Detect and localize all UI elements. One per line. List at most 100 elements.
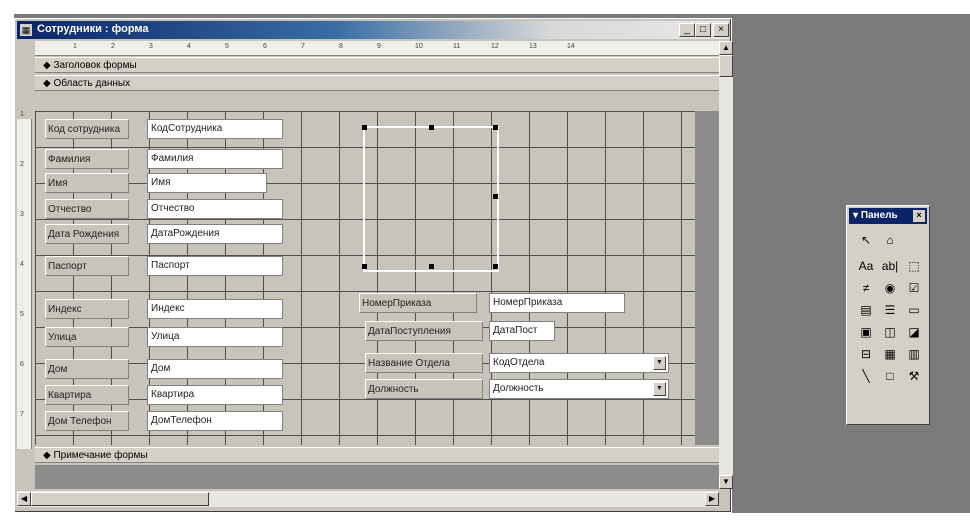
text-box-control[interactable]: Отчество <box>147 199 283 219</box>
horizontal-scrollbar[interactable]: ◀ ▶ <box>17 491 719 507</box>
more-controls-icon[interactable]: ⚒ <box>903 366 925 386</box>
field-label[interactable]: Фамилия <box>45 149 129 169</box>
ruler-tick-label: 4 <box>20 261 24 268</box>
toolbox-title-bar[interactable]: ▾ Панель × <box>849 208 927 224</box>
text-box-control[interactable]: Дом <box>147 359 283 379</box>
resize-handle[interactable] <box>362 125 367 130</box>
resize-handle[interactable] <box>362 264 367 269</box>
maximize-button[interactable]: □ <box>695 23 711 37</box>
dropdown-arrow-icon[interactable]: ▼ <box>653 356 666 370</box>
scroll-up-button[interactable]: ▲ <box>719 41 733 55</box>
detail-section[interactable]: ◆ Область данных <box>35 75 719 91</box>
form-footer-section[interactable]: ◆ Примечание формы <box>35 447 719 463</box>
text-box-control[interactable]: ДатаПост <box>489 321 555 341</box>
select-arrow-icon[interactable]: ↖ <box>855 230 877 250</box>
dropdown-arrow-icon[interactable]: ▼ <box>653 382 666 396</box>
minimize-button[interactable]: _ <box>679 23 695 37</box>
field-label[interactable]: Индекс <box>45 299 129 319</box>
image-icon[interactable]: ▣ <box>855 322 877 342</box>
option-group-icon[interactable]: ⬚ <box>903 256 925 276</box>
line-icon[interactable]: ╲ <box>855 366 877 386</box>
object-frame[interactable] <box>362 125 499 272</box>
ruler-tick-label: 10 <box>415 43 423 50</box>
vertical-ruler[interactable]: 1 2 3 4 5 6 7 <box>17 111 32 449</box>
text-box-control[interactable]: Улица <box>147 327 283 347</box>
field-label[interactable]: Дом <box>45 359 129 379</box>
combo-box-control[interactable]: КодОтдела ▼ <box>489 353 669 373</box>
text-box-control[interactable]: Паспорт <box>147 256 283 276</box>
textbox-ab-icon[interactable]: ab| <box>879 256 901 276</box>
rectangle-icon[interactable]: □ <box>879 366 901 386</box>
scroll-down-button[interactable]: ▼ <box>719 475 733 489</box>
label-aa-icon[interactable]: Aa <box>855 256 877 276</box>
text-box-control[interactable]: Фамилия <box>147 149 283 169</box>
form-icon[interactable]: ▦ <box>20 24 32 36</box>
ruler-tick-label: 11 <box>453 43 461 50</box>
text-box-control[interactable]: НомерПриказа <box>489 293 625 313</box>
ruler-tick-label: 5 <box>20 311 24 318</box>
combo-box-icon[interactable]: ▤ <box>855 300 877 320</box>
field-label[interactable]: Код сотрудника <box>45 119 129 139</box>
page-break-icon[interactable]: ⊟ <box>855 344 877 364</box>
field-label[interactable]: Паспорт <box>45 256 129 276</box>
text-box-control[interactable]: ДатаРождения <box>147 224 283 244</box>
scroll-right-button[interactable]: ▶ <box>705 492 719 506</box>
ruler-tick-label: 14 <box>567 43 575 50</box>
control-wizard-icon[interactable]: ⌂ <box>879 230 901 250</box>
unbound-frame-icon[interactable]: ◫ <box>879 322 901 342</box>
bound-frame-icon[interactable]: ◪ <box>903 322 925 342</box>
desktop-strip <box>0 0 14 528</box>
vertical-scrollbar[interactable]: ▲ ▼ <box>719 41 733 489</box>
resize-handle[interactable] <box>429 264 434 269</box>
section-label: Примечание формы <box>53 450 148 461</box>
text-box-control[interactable]: Квартира <box>147 385 283 405</box>
close-icon[interactable]: × <box>913 210 925 222</box>
text-box-control[interactable]: Имя <box>147 173 267 193</box>
resize-handle[interactable] <box>429 125 434 130</box>
field-label[interactable]: Должность <box>365 379 483 399</box>
field-label[interactable]: Отчество <box>45 199 129 219</box>
text-box-control[interactable]: КодСотрудника <box>147 119 283 139</box>
close-button[interactable]: × <box>713 23 729 37</box>
control-source-text: НомерПриказа <box>493 297 563 308</box>
form-header-section[interactable]: ◆ Заголовок формы <box>35 57 719 73</box>
horizontal-ruler[interactable]: 1 2 3 4 5 6 7 8 9 10 11 12 13 14 <box>35 41 719 56</box>
field-label[interactable]: НомерПриказа <box>359 293 477 313</box>
resize-handle[interactable] <box>493 194 498 199</box>
field-label[interactable]: Дом Телефон <box>45 411 129 431</box>
tab-control-icon[interactable]: ▦ <box>879 344 901 364</box>
control-source-text: ДатаПост <box>493 325 538 336</box>
field-label[interactable]: ДатаПоступления <box>365 321 483 341</box>
scroll-thumb[interactable] <box>719 55 733 77</box>
field-label[interactable]: Квартира <box>45 385 129 405</box>
list-box-icon[interactable]: ☰ <box>879 300 901 320</box>
resize-handle[interactable] <box>493 125 498 130</box>
ruler-tick-label: 2 <box>111 43 115 50</box>
field-label[interactable]: Дата Рождения <box>45 224 129 244</box>
text-box-control[interactable]: ДомТелефон <box>147 411 283 431</box>
ruler-tick-label: 3 <box>149 43 153 50</box>
ruler-tick-label: 9 <box>377 43 381 50</box>
ruler-tick-label: 3 <box>20 211 24 218</box>
grid-outside-area <box>695 111 719 445</box>
field-label[interactable]: Улица <box>45 327 129 347</box>
control-source-text: Должность <box>493 383 544 394</box>
command-button-icon[interactable]: ▭ <box>903 300 925 320</box>
toggle-button-icon[interactable]: ≠ <box>855 278 877 298</box>
ruler-tick-label: 6 <box>20 361 24 368</box>
option-button-icon[interactable]: ◉ <box>879 278 901 298</box>
scroll-left-button[interactable]: ◀ <box>17 492 31 506</box>
subform-icon[interactable]: ▥ <box>903 344 925 364</box>
section-label: Заголовок формы <box>53 60 137 71</box>
check-box-icon[interactable]: ☑ <box>903 278 925 298</box>
field-label[interactable]: Название Отдела <box>365 353 483 373</box>
title-bar[interactable]: ▦ Сотрудники : форма _ □ × <box>17 21 729 39</box>
resize-handle[interactable] <box>493 264 498 269</box>
field-label[interactable]: Имя <box>45 173 129 193</box>
combo-box-control[interactable]: Должность ▼ <box>489 379 669 399</box>
ruler-tick-label: 7 <box>301 43 305 50</box>
ruler-tick-label: 1 <box>20 111 24 118</box>
ruler-tick-label: 2 <box>20 161 24 168</box>
scroll-thumb[interactable] <box>31 492 209 506</box>
text-box-control[interactable]: Индекс <box>147 299 283 319</box>
